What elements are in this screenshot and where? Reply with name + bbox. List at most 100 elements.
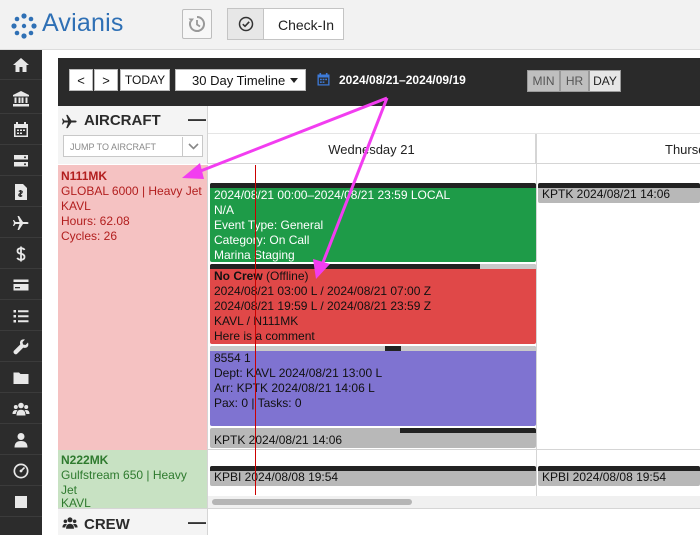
more-nav-icon[interactable] bbox=[0, 487, 42, 517]
aircraft-hours: Hours: 62.08 bbox=[61, 214, 130, 228]
event-local-time: 2024/08/21 03:00 L / 2024/08/21 07:00 Z bbox=[214, 284, 432, 298]
event-bar-segment bbox=[385, 346, 401, 351]
event-title-line: No Crew (Offline) bbox=[214, 269, 431, 284]
crew-timeline-area bbox=[208, 508, 700, 535]
plane-icon bbox=[61, 114, 77, 129]
day-column-wednesday: Wednesday 21 bbox=[208, 134, 536, 164]
position-label: KPBI 2024/08/08 19:54 bbox=[214, 470, 339, 484]
check-in-label: Check-In bbox=[278, 17, 335, 33]
event-route: KAVL / N111MK bbox=[214, 314, 299, 328]
aircraft-tail[interactable]: N111MK bbox=[61, 169, 107, 184]
event-comment: Here is a comment bbox=[214, 329, 315, 343]
event-category: Category: On Call bbox=[214, 233, 310, 247]
position-bar[interactable]: KPTK 2024/08/21 14:06 bbox=[210, 428, 536, 448]
bank-nav-icon[interactable] bbox=[0, 84, 42, 114]
scrollbar-thumb[interactable] bbox=[212, 499, 412, 505]
event-location: Marina Staging bbox=[214, 248, 295, 262]
group-nav-icon[interactable] bbox=[0, 394, 42, 424]
event-bar-remaining bbox=[480, 264, 536, 269]
avianis-logo-icon bbox=[11, 13, 37, 39]
top-bar: Avianis Check-In bbox=[0, 0, 700, 50]
event-na: N/A bbox=[214, 203, 235, 217]
crew-collapse-button[interactable]: — bbox=[188, 512, 206, 533]
aircraft-base: KAVL bbox=[61, 199, 91, 213]
aircraft-row-n222mk[interactable]: N222MK Gulfstream 650 | Heavy Jet KAVL bbox=[58, 450, 208, 508]
crew-panel-header: CREW — bbox=[58, 508, 208, 535]
trip-arrival: Arr: KPTK 2024/08/21 14:06 L bbox=[214, 381, 375, 395]
position-bar[interactable]: KPBI 2024/08/08 19:54 bbox=[538, 466, 700, 486]
event-status: (Offline) bbox=[266, 269, 309, 283]
position-label: KPTK 2024/08/21 14:06 bbox=[542, 187, 671, 201]
position-bar[interactable]: KPTK 2024/08/21 14:06 bbox=[538, 183, 700, 203]
day-header: Wednesday 21 Thursd bbox=[208, 134, 700, 164]
trip-number: 8554 1 bbox=[214, 351, 251, 365]
aircraft-base: KAVL bbox=[61, 496, 91, 508]
crew-icon bbox=[62, 517, 78, 529]
list-nav-icon[interactable] bbox=[0, 301, 42, 331]
timeline-dropdown-label: 30 Day Timeline bbox=[192, 72, 286, 88]
event-no-crew[interactable]: No Crew (Offline) 2024/08/21 03:00 L / 2… bbox=[210, 264, 536, 344]
home-nav-icon[interactable] bbox=[0, 50, 42, 80]
jump-to-aircraft-select[interactable]: JUMP TO AIRCRAFT bbox=[63, 135, 203, 157]
event-text: 2024/08/21 00:00–2024/08/21 23:59 LOCAL … bbox=[214, 188, 450, 262]
dashboard-nav-icon[interactable] bbox=[0, 456, 42, 486]
dollar-nav-icon[interactable] bbox=[0, 239, 42, 269]
left-gutter bbox=[42, 50, 58, 535]
event-general[interactable]: 2024/08/21 00:00–2024/08/21 23:59 LOCAL … bbox=[210, 183, 536, 262]
wrench-nav-icon[interactable] bbox=[0, 332, 42, 362]
position-label: KPBI 2024/08/08 19:54 bbox=[542, 470, 667, 484]
aircraft-type: GLOBAL 6000 | Heavy Jet bbox=[61, 184, 202, 198]
plane-nav-icon[interactable] bbox=[0, 208, 42, 238]
position-label: KPTK 2024/08/21 14:06 bbox=[214, 433, 343, 447]
calendar-nav-icon[interactable] bbox=[0, 115, 42, 145]
check-in-button[interactable]: Check-In bbox=[227, 8, 344, 40]
aircraft-panel-title: AIRCRAFT bbox=[84, 112, 161, 129]
chevron-down-icon bbox=[187, 143, 199, 150]
aircraft-type: Gulfstream 650 | Heavy bbox=[61, 468, 187, 482]
invoice-nav-icon[interactable] bbox=[0, 177, 42, 207]
event-time: 2024/08/21 00:00–2024/08/21 23:59 LOCAL bbox=[214, 188, 451, 202]
event-bar-remaining bbox=[401, 346, 536, 351]
trip-pax-tasks: Pax: 0 | Tasks: 0 bbox=[214, 396, 302, 410]
user-nav-icon[interactable] bbox=[0, 425, 42, 455]
date-range-label[interactable]: 2024/08/21–2024/09/19 bbox=[339, 73, 466, 87]
history-icon bbox=[188, 16, 205, 32]
jump-to-aircraft-placeholder: JUMP TO AIRCRAFT bbox=[70, 142, 157, 152]
aircraft-tail[interactable]: N222MK bbox=[61, 453, 108, 468]
event-type: Event Type: General bbox=[214, 218, 324, 232]
previous-button[interactable]: < bbox=[69, 69, 93, 91]
check-circle-icon bbox=[238, 16, 253, 32]
day-divider bbox=[536, 134, 537, 508]
event-trip[interactable]: 8554 1 Dept: KAVL 2024/08/21 13:00 L Arr… bbox=[210, 346, 536, 426]
zoom-min-button[interactable]: MIN bbox=[527, 70, 560, 92]
zoom-hr-button[interactable]: HR bbox=[560, 70, 589, 92]
event-text: 8554 1 Dept: KAVL 2024/08/21 13:00 L Arr… bbox=[214, 351, 382, 411]
calendar-icon[interactable] bbox=[317, 73, 330, 86]
folder-nav-icon[interactable] bbox=[0, 363, 42, 393]
trip-departure: Dept: KAVL 2024/08/21 13:00 L bbox=[214, 366, 383, 380]
current-time-line bbox=[255, 165, 256, 495]
caret-down-icon bbox=[290, 77, 299, 83]
credit-card-nav-icon[interactable] bbox=[0, 270, 42, 300]
jump-dropdown-toggle[interactable] bbox=[182, 137, 203, 156]
position-bar[interactable]: KPBI 2024/08/08 19:54 bbox=[210, 466, 536, 486]
event-zulu-time: 2024/08/21 19:59 L / 2024/08/21 23:59 Z bbox=[214, 299, 432, 313]
timeline-dropdown[interactable]: 30 Day Timeline bbox=[175, 69, 306, 91]
today-button[interactable]: TODAY bbox=[120, 69, 170, 91]
nav-rail bbox=[0, 50, 42, 535]
day-column-thursday: Thursd bbox=[665, 142, 700, 157]
aircraft-cycles: Cycles: 26 bbox=[61, 229, 118, 243]
aircraft-collapse-button[interactable]: — bbox=[188, 109, 206, 130]
position-bar-top bbox=[400, 428, 536, 433]
server-nav-icon[interactable] bbox=[0, 146, 42, 176]
next-button[interactable]: > bbox=[94, 69, 118, 91]
app-logo-text[interactable]: Avianis bbox=[42, 9, 124, 38]
row-divider bbox=[208, 449, 700, 450]
check-in-icon-box bbox=[228, 9, 264, 39]
horizontal-scrollbar[interactable] bbox=[208, 496, 700, 508]
history-button[interactable] bbox=[182, 9, 212, 39]
zoom-day-button[interactable]: DAY bbox=[589, 70, 621, 92]
aircraft-row-n111mk[interactable]: N111MK GLOBAL 6000 | Heavy Jet KAVL Hour… bbox=[58, 165, 208, 450]
day-header-spacer bbox=[208, 106, 700, 134]
crew-panel-title: CREW bbox=[84, 516, 130, 533]
